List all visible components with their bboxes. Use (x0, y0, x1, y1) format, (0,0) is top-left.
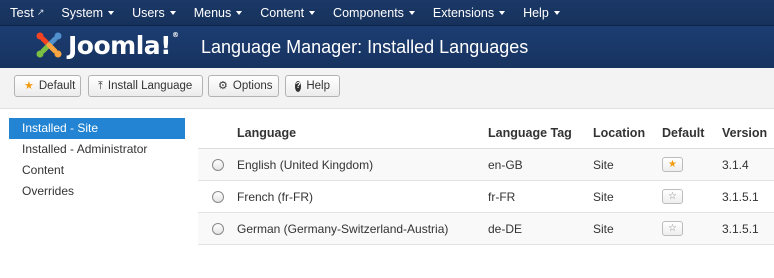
table-header: Language Language Tag Location Default V… (198, 118, 774, 149)
menu-content[interactable]: Content (251, 6, 324, 20)
install-language-button-label: Install Language (107, 80, 193, 92)
joomla-logo-icon (36, 32, 62, 58)
external-link-icon: ↗ (36, 7, 45, 17)
install-language-button[interactable]: ⤒ Install Language (88, 75, 203, 97)
caret-down-icon (553, 11, 560, 15)
joomla-logo[interactable]: Joomla!® (34, 30, 179, 60)
language-location: Site (593, 157, 614, 172)
header-default[interactable]: Default (662, 126, 722, 140)
help-button[interactable]: ? Help (285, 75, 340, 97)
options-button-label: Options (232, 80, 273, 92)
default-toggle[interactable]: ★ (662, 157, 683, 172)
language-name: German (Germany-Switzerland-Austria) (237, 221, 449, 236)
language-tag: en-GB (488, 157, 523, 172)
menu-extensions-label: Extensions (432, 5, 495, 20)
header-language[interactable]: Language (237, 126, 488, 140)
header-location: Location (593, 126, 646, 140)
language-tag: de-DE (488, 221, 523, 236)
default-button-label: Default (38, 80, 76, 92)
row-select-cell (198, 190, 237, 203)
caret-down-icon (108, 11, 115, 15)
row-radio[interactable] (211, 190, 224, 203)
language-version: 3.1.5.1 (722, 221, 759, 236)
caret-down-icon (169, 11, 176, 15)
table-row: German (Germany-Switzerland-Austria) de-… (198, 213, 774, 245)
menu-menus[interactable]: Menus (185, 6, 252, 20)
gear-icon: ⚙ (218, 79, 228, 92)
languages-table: Language Language Tag Location Default V… (198, 118, 774, 245)
registered-mark: ® (172, 30, 179, 39)
table-row: English (United Kingdom) en-GB Site ★ 3.… (198, 149, 774, 181)
sidebar-item-content[interactable]: Content (9, 160, 185, 181)
menu-menus-label: Menus (193, 5, 232, 20)
caret-down-icon (309, 11, 316, 15)
menu-content-label: Content (260, 5, 305, 20)
toolbar: ★ Default ⤒ Install Language ⚙ Options ?… (0, 68, 774, 109)
sidebar-item-installed-administrator[interactable]: Installed - Administrator (9, 139, 185, 160)
logo-text: Joomla! (68, 30, 172, 60)
row-radio[interactable] (211, 222, 224, 235)
sidebar: Installed - Site Installed - Administrat… (9, 118, 185, 202)
menu-extensions[interactable]: Extensions (424, 6, 514, 20)
table-row: French (fr-FR) fr-FR Site ☆ 3.1.5.1 (198, 181, 774, 213)
upload-icon: ⤒ (98, 79, 103, 92)
default-cell: ☆ (662, 221, 722, 236)
star-outline-icon: ☆ (668, 222, 677, 234)
star-icon: ★ (24, 79, 34, 92)
site-name: Test (10, 5, 34, 20)
star-outline-icon: ☆ (668, 190, 677, 202)
sidebar-item-overrides[interactable]: Overrides (9, 181, 185, 202)
page-header: Joomla!® Language Manager: Installed Lan… (0, 26, 774, 68)
menu-users-label: Users (132, 5, 165, 20)
default-cell: ☆ (662, 189, 722, 204)
caret-down-icon (236, 11, 243, 15)
language-tag: fr-FR (488, 189, 516, 204)
language-name: English (United Kingdom) (237, 157, 374, 172)
default-cell: ★ (662, 157, 722, 172)
menu-components[interactable]: Components (324, 6, 424, 20)
language-version: 3.1.4 (722, 157, 749, 172)
menu-users[interactable]: Users (123, 6, 185, 20)
sidebar-item-installed-site[interactable]: Installed - Site (9, 118, 185, 139)
language-version: 3.1.5.1 (722, 189, 759, 204)
options-button[interactable]: ⚙ Options (208, 75, 279, 97)
menu-help-label: Help (523, 5, 549, 20)
menu-help[interactable]: Help (514, 6, 569, 20)
default-toggle[interactable]: ☆ (662, 221, 683, 236)
language-location: Site (593, 189, 614, 204)
help-button-label: Help (306, 80, 330, 92)
header-version[interactable]: Version (722, 126, 774, 140)
joomla-wordmark: Joomla!® (68, 31, 179, 60)
site-link[interactable]: Test ↗ (0, 5, 52, 20)
row-select-cell (198, 158, 237, 171)
menu-components-label: Components (333, 5, 404, 20)
language-name: French (fr-FR) (237, 189, 313, 204)
language-location: Site (593, 221, 614, 236)
question-circle-icon: ? (295, 80, 302, 92)
row-radio[interactable] (211, 158, 224, 171)
caret-down-icon (499, 11, 506, 15)
top-navbar: Test ↗ System Users Menus Content Compon… (0, 0, 774, 26)
star-filled-icon: ★ (668, 158, 677, 170)
row-select-cell (198, 222, 237, 235)
menu-system-label: System (61, 5, 104, 20)
caret-down-icon (408, 11, 415, 15)
menu-system[interactable]: System (52, 6, 123, 20)
default-button[interactable]: ★ Default (14, 75, 81, 97)
default-toggle[interactable]: ☆ (662, 189, 683, 204)
header-language-tag[interactable]: Language Tag (488, 126, 593, 140)
page-title: Language Manager: Installed Languages (201, 37, 529, 57)
